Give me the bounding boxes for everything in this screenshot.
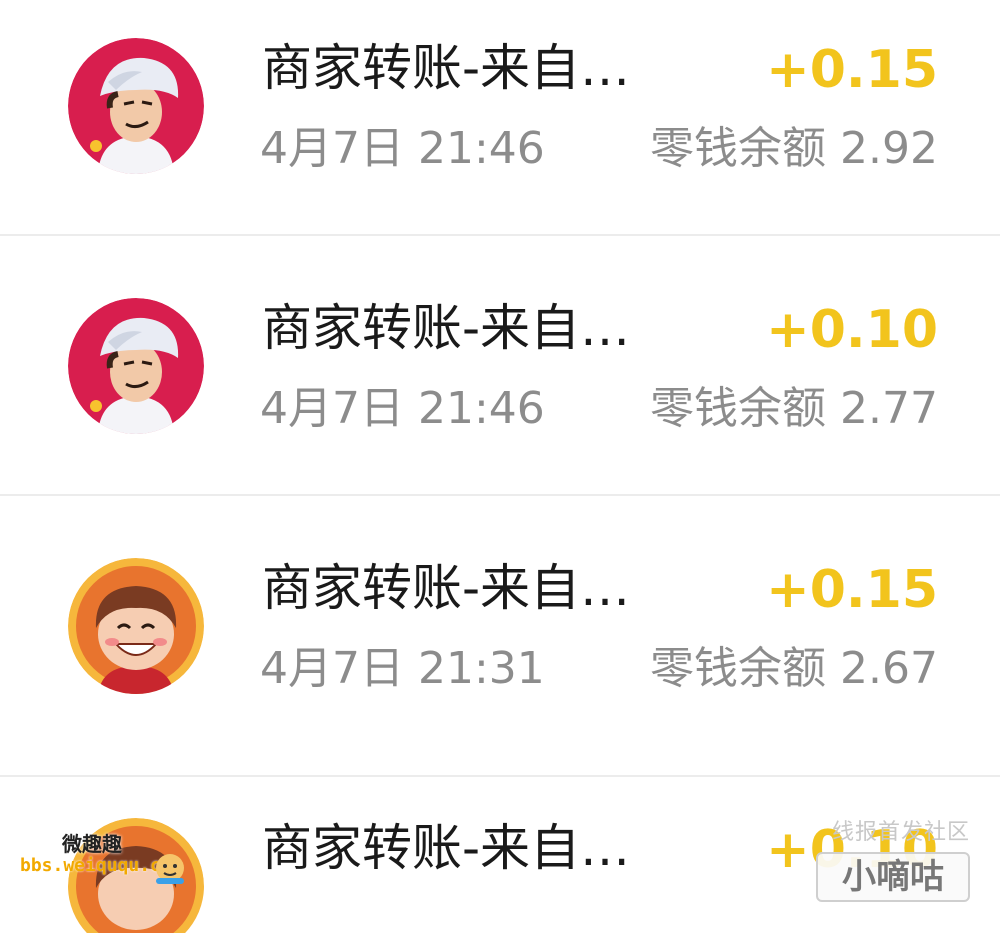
transaction-time: 4月7日 21:46 — [260, 123, 545, 174]
balance-value: 2.67 — [840, 643, 938, 694]
balance-label: 零钱余额 — [650, 383, 827, 434]
mascot-icon — [156, 854, 184, 884]
chef-avatar — [68, 298, 204, 434]
transaction-row[interactable]: 商家转账-来自… +0.15 4月7日 21:46 零钱余额 2.92 — [0, 0, 1000, 260]
transaction-time: 4月7日 21:31 — [260, 643, 545, 694]
chef-avatar — [68, 38, 204, 174]
balance-label: 零钱余额 — [650, 643, 827, 694]
transaction-title: 商家转账-来自… — [262, 299, 631, 357]
row-divider — [0, 494, 1000, 496]
watermark-left: 微趣趣 bbs.weiququ.cc — [0, 822, 200, 895]
balance-label: 零钱余额 — [650, 123, 827, 174]
transaction-amount: +0.15 — [766, 560, 938, 620]
balance-value: 2.77 — [840, 383, 938, 434]
transaction-title: 商家转账-来自… — [262, 819, 631, 877]
transaction-row[interactable]: 商家转账-来自… +0.10 4月7日 21:46 零钱余额 2.77 — [0, 260, 1000, 520]
balance-value: 2.92 — [840, 123, 938, 174]
watermark-title: 微趣趣 — [62, 832, 122, 856]
transaction-title: 商家转账-来自… — [262, 39, 631, 97]
smiling-boy-avatar — [68, 558, 204, 694]
balance-info: 零钱余额 2.67 — [650, 640, 938, 698]
transaction-title: 商家转账-来自… — [262, 559, 631, 617]
row-divider — [0, 775, 1000, 777]
transaction-amount: +0.10 — [766, 300, 938, 360]
watermark-slogan: 线报首发社区 — [831, 820, 970, 845]
transaction-row[interactable]: 商家转账-来自… +0.15 4月7日 21:31 零钱余额 2.67 — [0, 520, 1000, 780]
transaction-amount: +0.15 — [766, 40, 938, 100]
balance-info: 零钱余额 2.77 — [650, 380, 938, 438]
balance-info: 零钱余额 2.92 — [650, 120, 938, 178]
watermark-url: bbs.weiququ.cc — [20, 855, 172, 876]
transaction-time: 4月7日 21:46 — [260, 383, 545, 434]
row-divider — [0, 234, 1000, 236]
